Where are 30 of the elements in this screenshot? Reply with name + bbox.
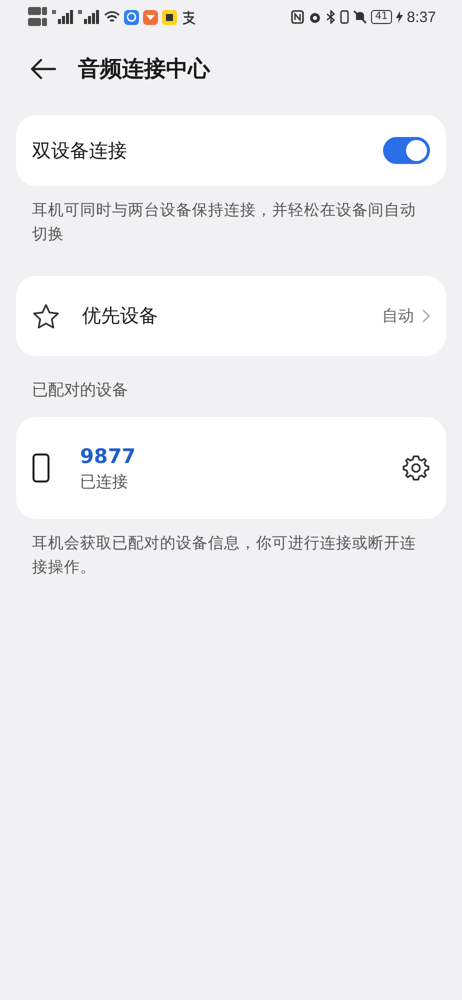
nfc-icon — [291, 10, 304, 24]
star-icon — [32, 302, 60, 330]
mute-icon — [353, 10, 368, 24]
app-icon — [124, 10, 139, 24]
battery-level: 41 — [371, 10, 392, 24]
back-button[interactable] — [30, 58, 56, 80]
setting-label: 双设备连接 — [32, 138, 128, 164]
signal-icon — [52, 10, 74, 24]
app-icon — [143, 10, 158, 24]
settings-button[interactable] — [402, 454, 430, 482]
charging-icon — [396, 11, 403, 23]
bluetooth-icon — [326, 10, 336, 24]
description: 耳机可同时与两台设备保持连接，并轻松在设备间自动切换 — [32, 200, 417, 245]
footer-note: 耳机会获取已配对的设备信息，你可进行连接或断开连接操作。 — [32, 533, 417, 578]
phone-icon — [32, 453, 50, 483]
device-status: 已连接 — [80, 472, 129, 492]
toggle-switch[interactable] — [383, 137, 430, 164]
wifi-icon — [104, 10, 120, 24]
setting-value: 自动 — [382, 306, 414, 326]
sim-icon — [28, 6, 48, 28]
setting-label: 优先设备 — [82, 304, 159, 329]
device-name: 9877 — [80, 444, 137, 468]
signal-icon — [78, 10, 100, 24]
section-title: 已配对的设备 — [32, 380, 129, 401]
chevron-right-icon — [422, 309, 430, 323]
clock: 8:37 — [406, 8, 436, 26]
app-icon — [162, 10, 177, 24]
priority-device-row[interactable]: 优先设备 自动 — [16, 276, 446, 356]
device-card[interactable]: 9877 已连接 — [16, 417, 446, 519]
page-title: 音频连接中心 — [78, 56, 210, 84]
